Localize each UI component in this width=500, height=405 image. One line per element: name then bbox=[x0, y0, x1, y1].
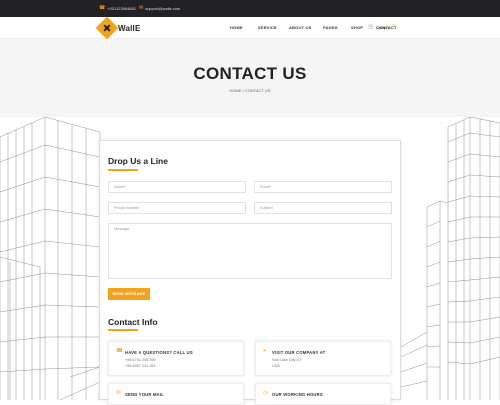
nav-item-about[interactable]: ABOUT US bbox=[289, 25, 323, 30]
mail-icon: ✉ bbox=[116, 390, 121, 396]
info-box-title: HAVE A QUESTIONS? CALL US bbox=[125, 350, 193, 355]
logo-mark-icon bbox=[95, 16, 119, 40]
nav-item-pages[interactable]: PAGES bbox=[323, 25, 351, 30]
page-title: CONTACT US bbox=[193, 64, 307, 83]
email-field[interactable]: Email* bbox=[254, 181, 392, 193]
nav-item-home[interactable]: HOME bbox=[230, 25, 258, 30]
name-field[interactable]: Name* bbox=[108, 181, 246, 193]
cart-label: Cart(0) bbox=[376, 24, 389, 30]
mail-icon: ✉ bbox=[139, 5, 144, 11]
heading-underline bbox=[108, 169, 138, 171]
contact-info-underline bbox=[108, 329, 138, 331]
cart-icon: 🛒 bbox=[368, 24, 375, 30]
phone-icon: ☎ bbox=[116, 348, 123, 354]
topbar-phone-text: +001123984881 bbox=[107, 6, 136, 11]
logo[interactable]: WallE bbox=[95, 16, 141, 40]
phone-icon: ☎ bbox=[99, 5, 106, 11]
search-icon[interactable]: ⌕ bbox=[392, 23, 395, 30]
message-textarea[interactable]: Message... bbox=[108, 223, 392, 279]
cart-link[interactable]: 🛒 Cart(0) bbox=[368, 24, 389, 30]
info-box-title: OUR WORKING HOURS bbox=[272, 392, 323, 397]
map-pin-icon: ⌖ bbox=[263, 348, 267, 354]
info-box-line: Salt Lake City UT bbox=[272, 358, 302, 362]
send-message-button[interactable]: SEND MESSAGE bbox=[108, 288, 150, 300]
info-box-title: SEND YOUR MAIL bbox=[125, 392, 165, 397]
info-box-title: VISIT OUR COMPANY AT bbox=[272, 350, 326, 355]
info-box-mail: ✉ SEND YOUR MAIL bbox=[108, 383, 244, 405]
main-navbar: WallE HOME SERVICE ABOUT US PAGES SHOP C… bbox=[0, 16, 500, 40]
info-box-line[interactable]: +86 5487 141 361 bbox=[125, 364, 156, 368]
info-box-line[interactable]: +86 6781 208 369 bbox=[125, 358, 156, 362]
info-box-visit: ⌖ VISIT OUR COMPANY AT Salt Lake City UT… bbox=[255, 341, 391, 376]
phone-field[interactable]: Phone Number bbox=[108, 202, 246, 214]
topbar-phone[interactable]: ☎ +001123984881 bbox=[99, 5, 136, 12]
breadcrumb: HOME / CONTACT US bbox=[229, 88, 271, 93]
info-box-hours: ◷ OUR WORKING HOURS bbox=[255, 383, 391, 405]
contact-form-card: Drop Us a Line Name* Email* Phone Number… bbox=[99, 140, 401, 405]
subject-field[interactable]: Subject bbox=[254, 202, 392, 214]
info-box-call: ☎ HAVE A QUESTIONS? CALL US +86 6781 208… bbox=[108, 341, 244, 376]
page-hero: CONTACT US HOME / CONTACT US bbox=[0, 39, 500, 117]
logo-text: WallE bbox=[118, 23, 141, 33]
top-bar: ☎ +001123984881 ✉ support@walle.com bbox=[0, 0, 500, 17]
info-box-line: USA bbox=[272, 364, 280, 368]
nav-item-service[interactable]: SERVICE bbox=[258, 25, 289, 30]
clock-icon: ◷ bbox=[263, 390, 268, 396]
form-heading: Drop Us a Line bbox=[108, 156, 168, 166]
topbar-email-text: support@walle.com bbox=[145, 6, 181, 11]
contact-info-heading: Contact Info bbox=[108, 317, 158, 327]
topbar-email[interactable]: ✉ support@walle.com bbox=[139, 5, 181, 12]
